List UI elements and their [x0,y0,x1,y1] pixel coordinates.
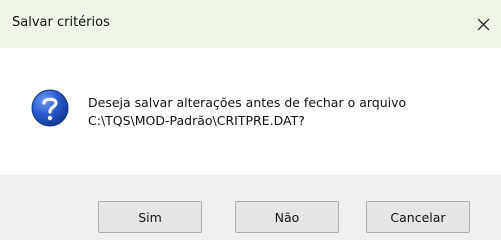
question-icon [31,89,69,127]
message-line-1: Deseja salvar alterações antes de fechar… [88,95,407,110]
yes-button[interactable]: Sim [98,201,202,233]
no-button[interactable]: Não [235,201,339,233]
dialog-content: Deseja salvar alterações antes de fechar… [0,48,501,175]
close-icon [477,18,489,30]
cancel-button[interactable]: Cancelar [366,201,470,233]
message-text: Deseja salvar alterações antes de fechar… [88,94,406,130]
title-bar: Salvar critérios [0,0,501,48]
save-criteria-dialog: Salvar critérios Deseja salvar alteraçõe… [0,0,501,240]
button-bar: Sim Não Cancelar [0,175,501,240]
message-line-2: C:\TQS\MOD-Padrão\CRITPRE.DAT? [88,113,305,128]
dialog-title: Salvar critérios [12,15,110,30]
close-button[interactable] [469,10,497,38]
